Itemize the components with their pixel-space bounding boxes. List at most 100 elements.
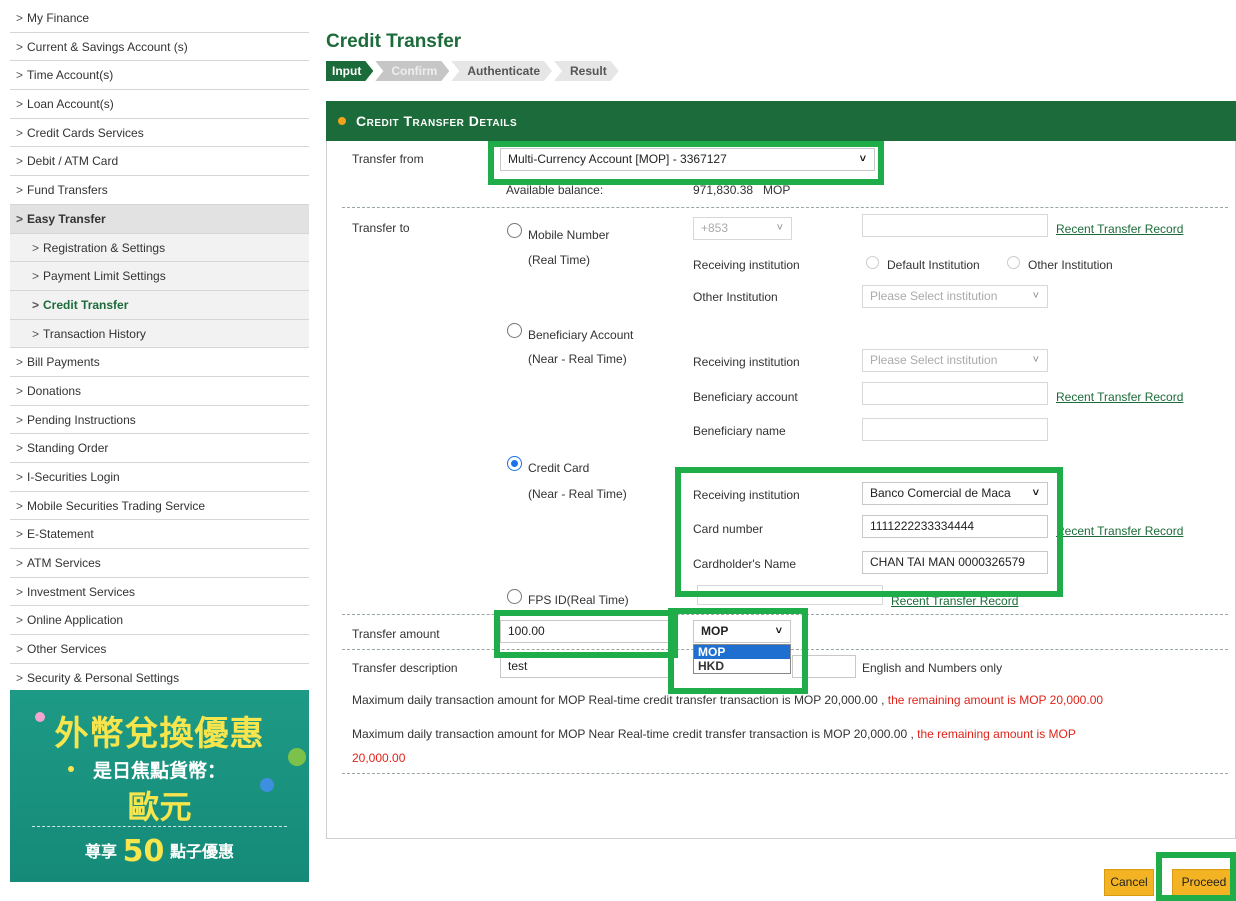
beneficiary-account-input[interactable] — [862, 382, 1048, 405]
page-title: Credit Transfer — [326, 31, 462, 52]
chevron-right-icon: > — [32, 269, 40, 284]
other-institution-select[interactable]: Please Select institution ˅ — [862, 285, 1048, 308]
chevron-right-icon: > — [16, 11, 24, 25]
beneficiary-name-label: Beneficiary name — [693, 424, 786, 438]
step-result: Result — [554, 61, 619, 81]
chevron-right-icon: > — [16, 39, 24, 54]
chevron-right-icon: > — [16, 68, 24, 83]
radio-beneficiary-account[interactable] — [507, 323, 522, 338]
chevron-right-icon: > — [16, 383, 24, 398]
sidebar-item-credit-cards[interactable]: > Credit Cards Services — [10, 118, 309, 148]
chevron-right-icon: > — [16, 470, 24, 484]
chevron-down-icon: ˅ — [776, 222, 783, 234]
transfer-to-label: Transfer to — [352, 221, 410, 235]
recent-transfer-record-link[interactable]: Recent Transfer Record — [1056, 390, 1183, 404]
sidebar-item-estatement[interactable]: > E-Statement — [10, 520, 309, 550]
other-institution-field-label: Other Institution — [693, 290, 778, 304]
sidebar-nav: > My Finance > Current & Savings Account (… — [10, 4, 309, 693]
sidebar-item-debit-atm[interactable]: > Debit / ATM Card — [10, 147, 309, 177]
sidebar-item-loan-account[interactable]: > Loan Account(s) — [10, 90, 309, 119]
chevron-right-icon: > — [16, 498, 24, 513]
sidebar-subitem-registration[interactable]: > Registration & Settings — [10, 233, 309, 263]
banner-offer: 尊享 50 點子優惠 — [85, 834, 234, 869]
sidebar-item-isecurities[interactable]: > I-Securities Login — [10, 463, 309, 492]
beneficiary-account-label: Beneficiary account — [693, 390, 798, 404]
sidebar-item-security-settings[interactable]: > Security & Personal Settings — [10, 663, 309, 693]
chevron-down-icon: ˅ — [1032, 354, 1039, 366]
sidebar-item-fund-transfers[interactable]: > Fund Transfers — [10, 176, 309, 205]
radio-default-institution[interactable] — [866, 256, 879, 269]
sidebar-item-investment[interactable]: > Investment Services — [10, 577, 309, 607]
radio-other-institution[interactable] — [1007, 256, 1020, 269]
beneficiary-account-subtitle: (Near - Real Time) — [528, 352, 627, 366]
chevron-right-icon: > — [16, 412, 24, 427]
chevron-right-icon: > — [16, 441, 24, 456]
radio-mobile-number[interactable] — [507, 223, 522, 238]
other-institution-label: Other Institution — [1028, 258, 1113, 272]
chevron-right-icon: > — [32, 297, 40, 312]
chevron-right-icon: > — [16, 355, 24, 370]
highlight-box-proceed — [1156, 852, 1236, 901]
sidebar-item-my-finance[interactable]: > My Finance — [10, 4, 309, 33]
sidebar-item-pending-instructions[interactable]: > Pending Instructions — [10, 405, 309, 435]
chevron-right-icon: > — [16, 613, 24, 628]
mobile-number-title: Mobile Number — [528, 228, 610, 242]
highlight-box-credit-card — [675, 467, 1063, 597]
recent-transfer-record-link[interactable]: Recent Transfer Record — [1056, 222, 1183, 236]
sidebar-item-other-services[interactable]: > Other Services — [10, 635, 309, 664]
sidebar-subitem-payment-limit[interactable]: > Payment Limit Settings — [10, 262, 309, 291]
section-header: Credit Transfer Details — [326, 101, 1236, 141]
chevron-right-icon: > — [16, 97, 24, 112]
sidebar-subitem-credit-transfer[interactable]: > Credit Transfer — [10, 290, 309, 320]
banner-headline: 外幣兌換優惠 — [54, 714, 265, 754]
description-hint: English and Numbers only — [862, 661, 1003, 675]
sidebar-item-atm-services[interactable]: > ATM Services — [10, 549, 309, 578]
sidebar-item-bill-payments[interactable]: > Bill Payments — [10, 348, 309, 377]
country-code-select[interactable]: +853 ˅ — [693, 217, 792, 240]
mobile-number-subtitle: (Real Time) — [528, 253, 591, 267]
default-institution-label: Default Institution — [887, 258, 980, 272]
transfer-amount-label: Transfer amount — [352, 627, 440, 641]
radio-fps-id[interactable] — [507, 589, 522, 604]
chevron-right-icon: > — [32, 240, 40, 255]
radio-credit-card[interactable] — [507, 456, 522, 471]
transfer-description-input[interactable]: test — [500, 655, 670, 678]
available-balance-label: Available balance: — [506, 183, 604, 197]
divider — [342, 207, 1228, 208]
receiving-institution-label: Receiving institution — [693, 258, 800, 272]
fps-id-title: FPS ID(Real Time) — [528, 593, 629, 607]
sidebar-item-standing-order[interactable]: > Standing Order — [10, 434, 309, 463]
beneficiary-institution-select[interactable]: Please Select institution ˅ — [862, 349, 1048, 372]
step-input: Input — [326, 61, 373, 81]
banner-divider — [32, 826, 287, 827]
transfer-description-label: Transfer description — [352, 661, 458, 675]
sidebar-item-online-application[interactable]: > Online Application — [10, 606, 309, 636]
chevron-right-icon: > — [16, 183, 24, 198]
limit-notice-near-realtime: Maximum daily transaction amount for MOP… — [352, 727, 1076, 741]
beneficiary-receiving-label: Receiving institution — [693, 355, 800, 369]
bullet-icon — [338, 117, 346, 125]
available-balance-value: 971,830.38 — [693, 183, 754, 197]
limit-notice-realtime: Maximum daily transaction amount for MOP… — [352, 693, 1104, 707]
sidebar-subitem-transaction-history[interactable]: > Transaction History — [10, 319, 309, 349]
promo-banner[interactable]: 外幣兌換優惠 是日焦點貨幣： 歐元 尊享 50 點子優惠 — [10, 690, 309, 882]
sidebar-item-mobile-securities[interactable]: > Mobile Securities Trading Service — [10, 491, 309, 521]
credit-card-subtitle: (Near - Real Time) — [528, 487, 627, 501]
credit-card-title: Credit Card — [528, 461, 590, 475]
banner-currency: 歐元 — [127, 788, 192, 826]
mobile-number-input[interactable] — [862, 214, 1048, 237]
chevron-right-icon: > — [16, 670, 24, 685]
sidebar-item-donations[interactable]: > Donations — [10, 376, 309, 406]
cancel-button[interactable]: Cancel — [1104, 869, 1154, 896]
banner-subline: 是日焦點貨幣： — [92, 760, 226, 782]
step-confirm: Confirm — [375, 61, 449, 81]
sidebar-item-current-savings[interactable]: > Current & Savings Account (s) — [10, 32, 309, 62]
sidebar-item-time-account[interactable]: > Time Account(s) — [10, 61, 309, 91]
recent-transfer-record-link[interactable]: Recent Transfer Record — [1056, 524, 1183, 538]
divider — [342, 773, 1228, 774]
sidebar-item-easy-transfer[interactable]: > Easy Transfer — [10, 204, 309, 234]
transfer-from-label: Transfer from — [352, 152, 424, 166]
beneficiary-name-input[interactable] — [862, 418, 1048, 441]
chevron-right-icon: > — [16, 584, 24, 599]
highlight-box-currency — [668, 608, 808, 694]
